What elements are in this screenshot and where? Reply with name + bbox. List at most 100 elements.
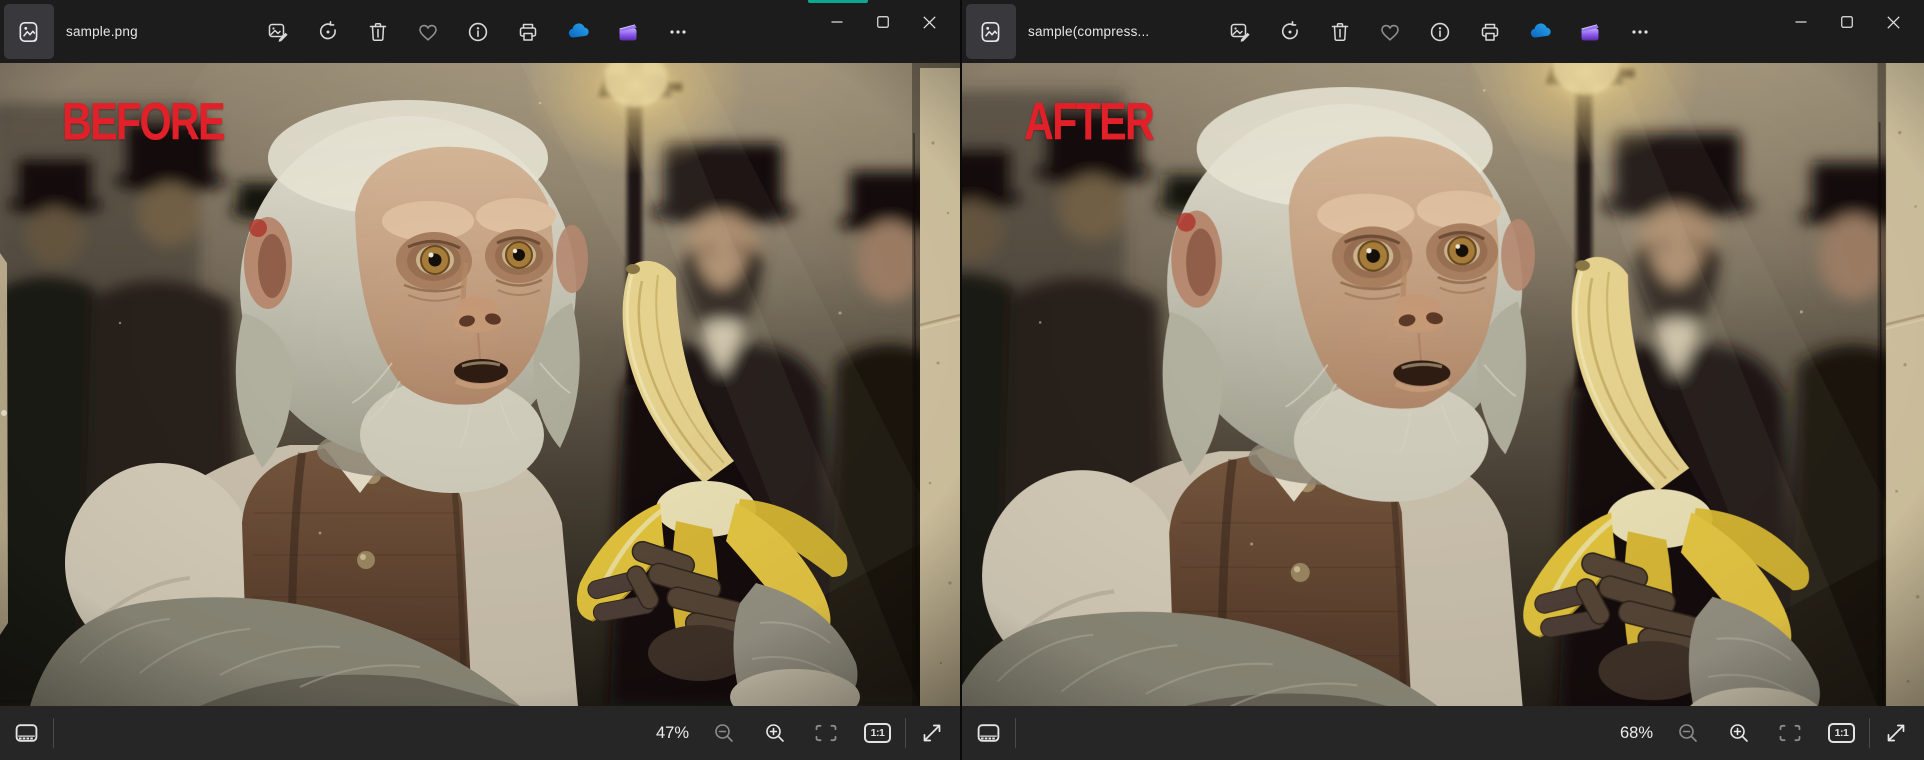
filmstrip-icon [977, 723, 999, 742]
fit-to-window-icon [815, 724, 837, 742]
edit-image-icon [268, 23, 288, 42]
ellipsis-icon [1632, 29, 1648, 34]
edit-image-button[interactable] [1226, 15, 1254, 49]
maximize-icon [1841, 16, 1853, 28]
titlebar: sample.png [0, 0, 960, 63]
filmstrip-icon [15, 723, 37, 742]
minimize-icon [1795, 21, 1807, 23]
statusbar-divider [53, 718, 54, 748]
zoom-out-button[interactable] [1675, 720, 1701, 746]
minimize-button[interactable] [1778, 2, 1824, 42]
delete-icon [1331, 22, 1349, 41]
zoom-out-icon [715, 724, 733, 742]
maximize-button[interactable] [1824, 2, 1870, 42]
photo-viewport[interactable]: BEFORE [0, 63, 960, 706]
actual-size-button[interactable]: 1:1 [1828, 723, 1855, 743]
fit-to-window-button[interactable] [813, 720, 839, 746]
statusbar-divider [1015, 718, 1016, 748]
zoom-in-icon [1730, 724, 1748, 742]
zoom-controls: 47% 1:1 [649, 706, 960, 760]
onedrive-button[interactable] [564, 15, 592, 49]
zoom-level-label: 68% [1619, 723, 1653, 742]
photo-viewport[interactable]: AFTER [962, 63, 1924, 706]
favorite-button[interactable] [414, 15, 442, 49]
photos-window-after: sample(compress... AFTER 68% 1:1 [962, 0, 1924, 760]
file-info-button[interactable] [1426, 15, 1454, 49]
onedrive-button[interactable] [1526, 15, 1554, 49]
window-controls [814, 0, 952, 44]
photos-app-icon [19, 21, 38, 42]
accent-strip [808, 0, 868, 3]
close-icon [922, 15, 936, 29]
print-button[interactable] [514, 15, 542, 49]
onedrive-cloud-icon [568, 22, 589, 38]
zoom-out-icon [1679, 724, 1697, 742]
edit-image-button[interactable] [264, 15, 292, 49]
print-icon [519, 23, 537, 41]
delete-icon [369, 22, 387, 41]
rotate-button[interactable] [314, 15, 342, 49]
see-more-button[interactable] [1626, 15, 1654, 49]
maximize-button[interactable] [860, 2, 906, 42]
photos-window-before: sample.png BEFORE 47% 1:1 [0, 0, 960, 760]
clipchamp-button[interactable] [1576, 15, 1604, 49]
actual-size-button[interactable]: 1:1 [864, 723, 891, 743]
toolbar [1226, 0, 1676, 63]
ellipsis-icon [670, 29, 686, 34]
minimize-button[interactable] [814, 2, 860, 42]
rotate-icon [1281, 20, 1298, 39]
maximize-icon [877, 16, 889, 28]
zoom-in-button[interactable] [762, 720, 788, 746]
toolbar [264, 0, 714, 63]
fullscreen-button[interactable] [1883, 720, 1909, 746]
edit-image-icon [1230, 23, 1250, 42]
close-button[interactable] [906, 2, 952, 42]
window-controls [1778, 0, 1916, 44]
photo-overlay-label: AFTER [1024, 91, 1155, 151]
photo-before [0, 63, 960, 706]
fullscreen-button[interactable] [919, 720, 945, 746]
zoom-level-label: 47% [655, 723, 689, 742]
delete-button[interactable] [1326, 15, 1354, 49]
clipchamp-icon [1581, 23, 1599, 40]
photo-after [962, 63, 1924, 706]
zoom-controls: 68% 1:1 [1613, 706, 1924, 760]
rotate-icon [319, 20, 336, 39]
info-icon [1430, 22, 1450, 41]
filename-label: sample.png [66, 24, 138, 39]
print-button[interactable] [1476, 15, 1504, 49]
statusbar: 68% 1:1 [962, 706, 1924, 760]
fit-to-window-button[interactable] [1777, 720, 1803, 746]
heart-icon [419, 24, 437, 41]
close-icon [1886, 15, 1900, 29]
delete-button[interactable] [364, 15, 392, 49]
fullscreen-icon [923, 724, 941, 742]
titlebar: sample(compress... [962, 0, 1924, 63]
photos-app-icon-button[interactable] [966, 4, 1016, 59]
zoom-in-button[interactable] [1726, 720, 1752, 746]
see-more-button[interactable] [664, 15, 692, 49]
zoom-out-button[interactable] [711, 720, 737, 746]
zoom-in-icon [766, 724, 784, 742]
photo-overlay-label: BEFORE [62, 91, 226, 151]
fit-to-window-icon [1779, 724, 1801, 742]
print-icon [1481, 23, 1499, 41]
statusbar-divider [905, 718, 906, 748]
filename-label: sample(compress... [1028, 24, 1150, 39]
desktop: sample.png BEFORE 47% 1:1 sample(compres… [0, 0, 1924, 760]
filmstrip-toggle-button[interactable] [10, 719, 42, 747]
favorite-button[interactable] [1376, 15, 1404, 49]
info-icon [468, 22, 488, 41]
file-info-button[interactable] [464, 15, 492, 49]
clipchamp-icon [619, 23, 637, 40]
filmstrip-toggle-button[interactable] [972, 719, 1004, 747]
photos-app-icon [981, 21, 1000, 42]
statusbar-divider [1869, 718, 1870, 748]
heart-icon [1381, 24, 1399, 41]
close-button[interactable] [1870, 2, 1916, 42]
clipchamp-button[interactable] [614, 15, 642, 49]
rotate-button[interactable] [1276, 15, 1304, 49]
statusbar: 47% 1:1 [0, 706, 960, 760]
fullscreen-icon [1887, 724, 1905, 742]
photos-app-icon-button[interactable] [4, 4, 54, 59]
